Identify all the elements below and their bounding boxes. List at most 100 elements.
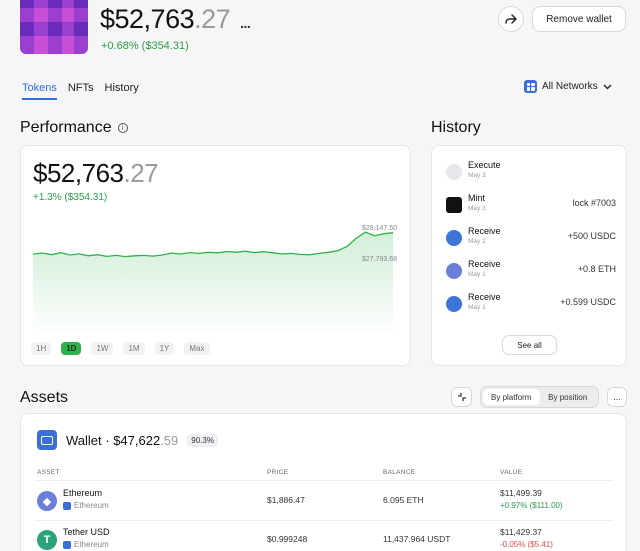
time-range-selector: 1H 1D 1W 1M 1Y Max — [31, 342, 210, 355]
token-balance: 11,437.964 USDT — [383, 534, 451, 544]
segment-by-platform[interactable]: By platform — [483, 389, 540, 405]
history-item[interactable]: Receive May 1 +0.599 USDC — [446, 292, 616, 320]
tab-history[interactable]: History — [105, 82, 139, 100]
info-icon[interactable]: i — [117, 123, 128, 133]
range-1m[interactable]: 1M — [123, 342, 145, 355]
token-change: +0.97% ($111.00) — [500, 501, 563, 510]
network-badge-icon — [63, 540, 71, 549]
token-network-label: Ethereum — [74, 501, 109, 510]
range-max[interactable]: Max — [184, 342, 210, 355]
history-item-amount: +0.599 USDC — [560, 297, 616, 307]
wallet-icon — [37, 430, 57, 450]
table-row[interactable]: T Tether USD Ethereum $0.999248 11,437.9… — [35, 523, 613, 551]
history-item[interactable]: Execute May 3 — [446, 160, 616, 188]
chart-low-label: $27,793.68 — [362, 256, 397, 263]
performance-title: Performance i — [20, 119, 128, 137]
performance-change: +1.3% ($354.31) — [33, 192, 108, 203]
token-name: Ethereum — [63, 488, 103, 498]
network-selector[interactable]: All Networks — [524, 80, 612, 93]
token-balance: 6.095 ETH — [383, 495, 424, 505]
table-row[interactable]: ◆ Ethereum Ethereum $1,886.47 6.095 ETH … — [35, 484, 613, 520]
history-item-label: Execute — [468, 160, 501, 170]
collapse-button[interactable] — [451, 387, 472, 407]
range-1w[interactable]: 1W — [91, 342, 114, 355]
history-item-amount: lock #7003 — [572, 198, 616, 208]
portfolio-value: $52,763.27 ... — [100, 4, 251, 35]
more-options-button[interactable]: ... — [240, 15, 251, 31]
performance-chart[interactable]: $28,147.50 $27,793.68 — [33, 224, 401, 336]
collapse-arrows-icon — [457, 393, 466, 401]
performance-value: $52,763.27 — [33, 158, 159, 189]
history-card: Execute May 3 Mint May 3 lock #7003 Rece… — [431, 145, 627, 366]
see-all-button[interactable]: See all — [502, 335, 557, 355]
main-tabs: Tokens NFTs History — [22, 82, 139, 100]
performance-value-decimal: .27 — [123, 158, 159, 188]
divider — [35, 520, 613, 521]
segment-by-position[interactable]: By position — [540, 389, 597, 405]
chevron-down-icon — [603, 84, 612, 89]
history-item-date: May 1 — [468, 271, 486, 278]
token-price: $1,886.47 — [267, 495, 305, 505]
range-1d[interactable]: 1D — [61, 342, 82, 355]
wallet-share-badge: 90.3% — [187, 433, 218, 447]
history-item-date: May 3 — [468, 205, 486, 212]
wallet-total: Wallet · $47,622.59 — [66, 433, 178, 448]
tab-tokens[interactable]: Tokens — [22, 82, 57, 100]
history-item-date: May 2 — [468, 238, 486, 245]
wallet-avatar — [20, 0, 88, 54]
portfolio-change: +0.68% ($354.31) — [101, 40, 189, 52]
chart-high-label: $28,147.50 — [362, 225, 397, 232]
networks-grid-icon — [524, 80, 537, 93]
history-item-date: May 3 — [468, 172, 486, 179]
history-title: History — [431, 119, 481, 136]
history-item-amount: +500 USDC — [567, 231, 616, 241]
column-header-price: PRICE — [267, 469, 289, 476]
divider — [35, 480, 613, 481]
remove-wallet-button[interactable]: Remove wallet — [532, 6, 626, 32]
performance-card: $52,763.27 +1.3% ($354.31) $28,147.50 $2… — [20, 145, 411, 366]
assets-card: Wallet · $47,622.59 90.3% ASSET PRICE BA… — [20, 413, 627, 551]
portfolio-value-decimal: .27 — [194, 4, 231, 34]
chart-area-fill — [33, 232, 393, 336]
ethereum-icon: ◆ — [37, 491, 57, 511]
history-item-label: Receive — [468, 226, 501, 236]
token-name: Tether USD — [63, 527, 110, 537]
token-value: $11,429.37 — [500, 527, 542, 537]
usdc-receive-icon — [446, 230, 462, 246]
history-item[interactable]: Receive May 1 +0.8 ETH — [446, 259, 616, 287]
history-item[interactable]: Receive May 2 +500 USDC — [446, 226, 616, 254]
wallet-total-main: Wallet · $47,622 — [66, 432, 161, 448]
token-price: $0.999248 — [267, 534, 308, 544]
portfolio-value-main: $52,763 — [100, 4, 195, 34]
token-network-label: Ethereum — [74, 540, 109, 549]
history-item-amount: +0.8 ETH — [577, 264, 616, 274]
share-button[interactable] — [498, 6, 524, 32]
wallet-total-decimal: .59 — [160, 432, 179, 448]
performance-value-main: $52,763 — [33, 158, 124, 188]
token-change: -0.05% ($5.41) — [500, 540, 553, 549]
share-arrow-icon — [505, 14, 517, 24]
token-network: Ethereum — [63, 501, 109, 510]
execute-icon — [446, 164, 462, 180]
wallet-group-header[interactable]: Wallet · $47,622.59 90.3% — [37, 430, 218, 450]
history-item-date: May 1 — [468, 304, 486, 311]
token-value: $11,499.39 — [500, 488, 542, 498]
column-header-balance: BALANCE — [383, 469, 416, 476]
column-header-value: VALUE — [500, 469, 523, 476]
network-selector-label: All Networks — [542, 81, 598, 92]
column-header-asset: ASSET — [37, 469, 60, 476]
nft-mint-icon — [446, 197, 462, 213]
eth-receive-icon — [446, 263, 462, 279]
tether-icon: T — [37, 530, 57, 550]
usdc-receive-icon — [446, 296, 462, 312]
performance-title-text: Performance — [20, 119, 112, 136]
history-item-label: Receive — [468, 292, 501, 302]
token-network: Ethereum — [63, 540, 109, 549]
range-1y[interactable]: 1Y — [154, 342, 175, 355]
network-badge-icon — [63, 501, 71, 510]
range-1h[interactable]: 1H — [31, 342, 52, 355]
assets-menu-button[interactable]: ... — [607, 387, 627, 407]
history-item[interactable]: Mint May 3 lock #7003 — [446, 193, 616, 221]
history-item-label: Receive — [468, 259, 501, 269]
tab-nfts[interactable]: NFTs — [68, 82, 94, 100]
